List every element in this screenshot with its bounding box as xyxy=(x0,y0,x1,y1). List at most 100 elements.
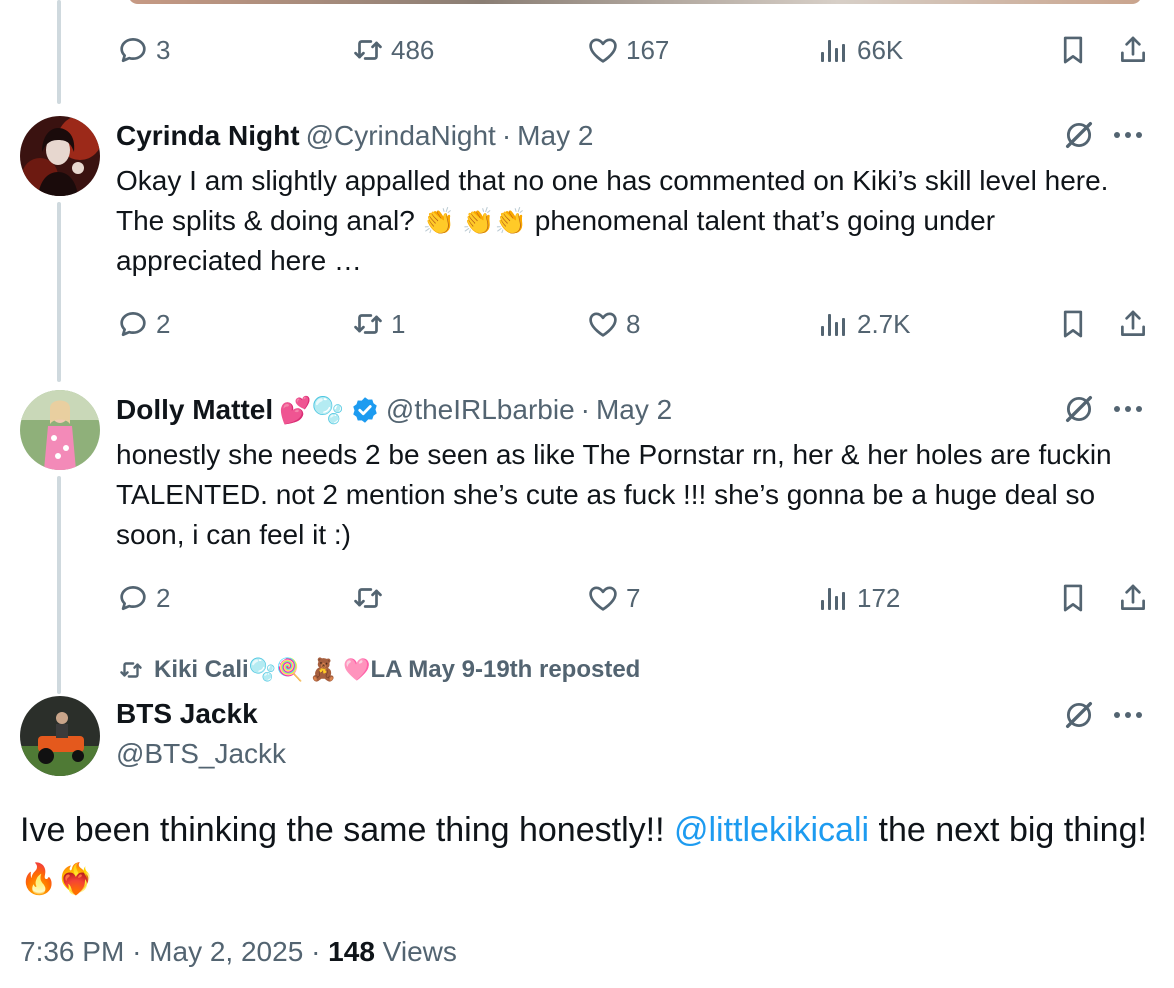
views-icon xyxy=(821,312,845,336)
share-icon xyxy=(1121,310,1145,336)
reposter-emojis: 🫧🍭 🧸 🩷 xyxy=(248,657,371,682)
tweet-date[interactable]: May 2 xyxy=(596,394,672,426)
like-count: 7 xyxy=(626,582,641,613)
user-handle[interactable]: @theIRLbarbie xyxy=(386,394,575,426)
like-button[interactable]: 167 xyxy=(586,30,669,70)
reply-button[interactable]: 2 xyxy=(116,578,170,618)
views-button[interactable]: 172 xyxy=(821,578,900,618)
thread-connector-line xyxy=(57,0,61,104)
tweet-text: honestly she needs 2 be seen as like The… xyxy=(116,439,1112,550)
grok-icon[interactable] xyxy=(1062,698,1096,732)
views-icon xyxy=(821,38,845,62)
share-button[interactable] xyxy=(1116,578,1150,618)
top-tweet-actions: 3 486 167 66K xyxy=(116,30,1156,70)
tweet-header: Dolly Mattel 💕🫧 @theIRLbarbie · May 2 xyxy=(116,392,672,428)
view-count: 2.7K xyxy=(857,308,911,339)
share-button[interactable] xyxy=(1116,304,1150,344)
grok-icon[interactable] xyxy=(1062,392,1096,426)
like-icon xyxy=(589,312,617,337)
share-icon xyxy=(1121,584,1145,610)
tweet-date[interactable]: May 2 xyxy=(517,120,593,152)
thread-connector-line xyxy=(57,476,61,694)
bookmark-icon xyxy=(1063,584,1083,612)
tweet-text-part: the next big thing! xyxy=(869,811,1147,849)
bookmark-icon xyxy=(1063,36,1083,64)
share-icon xyxy=(1121,36,1145,62)
bookmark-button[interactable] xyxy=(1056,304,1090,344)
tweet-header: Cyrinda Night @CyrindaNight · May 2 xyxy=(116,118,593,154)
view-count: 172 xyxy=(857,582,901,613)
avatar-image xyxy=(20,390,100,470)
repost-button[interactable]: 1 xyxy=(351,304,405,344)
share-button[interactable] xyxy=(1116,30,1150,70)
display-name[interactable]: Dolly Mattel xyxy=(116,394,273,426)
previous-tweet-media[interactable] xyxy=(128,0,1142,4)
reposter-name: Kiki Cali xyxy=(154,656,249,683)
tweet-text: Okay I am slightly appalled that no one … xyxy=(116,161,1146,281)
mention-link[interactable]: @littlekikicali xyxy=(674,811,869,849)
display-name[interactable]: Cyrinda Night xyxy=(116,120,300,152)
name-emojis: 💕🫧 xyxy=(279,394,344,425)
more-icon[interactable] xyxy=(1114,698,1148,732)
separator-dot: · xyxy=(580,394,590,425)
tweet-full-date[interactable]: May 2, 2025 xyxy=(149,936,303,967)
views-count[interactable]: 148 xyxy=(328,936,375,967)
separator-dot: · xyxy=(132,936,142,967)
views-button[interactable]: 2.7K xyxy=(821,304,911,344)
views-icon xyxy=(821,586,845,610)
view-count: 66K xyxy=(857,34,904,65)
reply-actions: 2 1 8 2.7K xyxy=(116,304,1156,344)
avatar-image xyxy=(20,696,100,776)
repost-icon xyxy=(120,662,142,678)
tweet-meta: 7:36 PM · May 2, 2025 · 148 Views xyxy=(20,936,457,968)
reply-icon xyxy=(120,586,146,611)
like-count: 167 xyxy=(626,34,670,65)
repost-banner[interactable]: Kiki Cali🫧🍭 🧸 🩷LA May 9-19th reposted xyxy=(118,656,640,684)
repost-icon xyxy=(354,40,382,60)
like-button[interactable]: 8 xyxy=(586,304,640,344)
reply-actions: 2 7 172 xyxy=(116,578,1156,618)
separator-dot: · xyxy=(501,120,512,151)
separator-dot: · xyxy=(311,936,321,967)
repost-button[interactable]: 486 xyxy=(351,30,434,70)
tweet-time[interactable]: 7:36 PM xyxy=(20,936,124,967)
main-tweet-text: Ive been thinking the same thing honestl… xyxy=(20,806,1150,904)
reply-icon xyxy=(120,38,146,63)
repost-count: 486 xyxy=(391,34,435,65)
repost-count: 1 xyxy=(391,308,406,339)
reply-count: 3 xyxy=(156,34,171,65)
user-handle[interactable]: @CyrindaNight xyxy=(306,120,496,152)
tweet-text-part: Ive been thinking the same thing honestl… xyxy=(20,811,674,849)
verified-badge-icon[interactable] xyxy=(350,395,380,425)
bookmark-button[interactable] xyxy=(1056,578,1090,618)
like-icon xyxy=(589,38,617,63)
like-count: 8 xyxy=(626,308,641,339)
avatar[interactable] xyxy=(20,116,100,196)
repost-button[interactable] xyxy=(351,578,391,618)
avatar-image xyxy=(20,116,100,196)
repost-suffix: LA May 9-19th reposted xyxy=(370,656,641,683)
fire-emojis: 🔥❤️‍🔥 xyxy=(20,863,95,896)
bookmark-icon xyxy=(1063,310,1083,338)
like-button[interactable]: 7 xyxy=(586,578,640,618)
clapping-emoji: 👏 👏👏 xyxy=(422,206,527,236)
avatar[interactable] xyxy=(20,390,100,470)
thread-connector-line xyxy=(57,202,61,382)
reply-count: 2 xyxy=(156,582,171,613)
reply-count: 2 xyxy=(156,308,171,339)
reply-button[interactable]: 2 xyxy=(116,304,170,344)
more-icon[interactable] xyxy=(1114,392,1148,426)
repost-icon xyxy=(354,314,382,334)
views-button[interactable]: 66K xyxy=(821,30,903,70)
reply-icon xyxy=(120,312,146,337)
grok-icon[interactable] xyxy=(1062,118,1096,152)
user-handle[interactable]: @BTS_Jackk xyxy=(116,738,286,770)
display-name[interactable]: BTS Jackk xyxy=(116,698,258,730)
avatar[interactable] xyxy=(20,696,100,776)
more-icon[interactable] xyxy=(1114,118,1148,152)
views-label: Views xyxy=(382,936,457,967)
like-icon xyxy=(589,586,617,611)
bookmark-button[interactable] xyxy=(1056,30,1090,70)
repost-icon xyxy=(354,588,382,608)
reply-button[interactable]: 3 xyxy=(116,30,170,70)
